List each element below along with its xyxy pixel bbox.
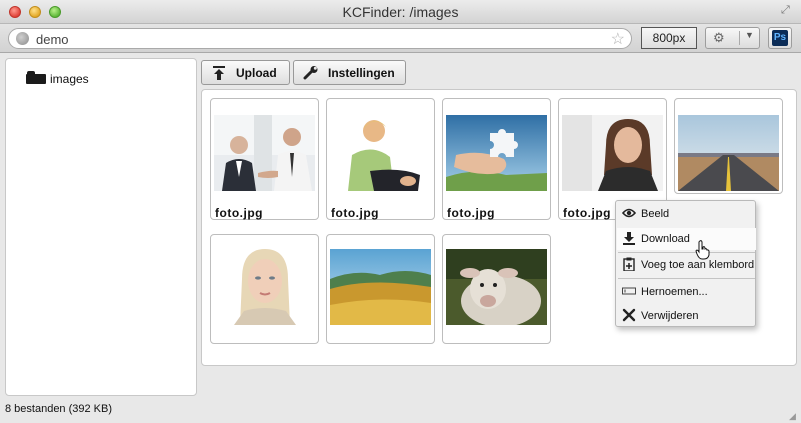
- menu-separator: [618, 252, 755, 253]
- upload-button[interactable]: Upload: [201, 60, 290, 85]
- file-name: foto.jpg: [331, 206, 379, 220]
- folder-tree: images: [5, 58, 197, 396]
- menu-item-view[interactable]: Beeld: [617, 203, 756, 225]
- wrench-icon: [303, 65, 319, 81]
- menu-item-label: Verwijderen: [641, 310, 699, 322]
- file-tile[interactable]: [442, 234, 551, 344]
- menu-item-delete[interactable]: Verwijderen: [617, 305, 756, 327]
- eye-icon: [621, 206, 637, 220]
- context-menu: Beeld Download Voeg toe aan klembord Her…: [615, 200, 756, 327]
- bookmark-star-icon[interactable]: ☆: [611, 29, 625, 49]
- file-name: foto.jpg: [447, 206, 495, 220]
- chevron-down-icon: ▼: [745, 30, 754, 40]
- file-name: foto.jpg: [563, 206, 611, 220]
- file-tile[interactable]: [674, 98, 783, 194]
- folder-label: images: [50, 72, 89, 86]
- file-tile[interactable]: foto.jpg: [442, 98, 551, 220]
- menu-item-label: Hernoemen...: [641, 286, 708, 298]
- divider: [739, 31, 740, 45]
- download-icon: [622, 231, 636, 245]
- address-bar[interactable]: demo ☆: [8, 28, 632, 49]
- thumbnail-business-men: [214, 115, 315, 191]
- browser-toolbar: demo ☆ 800px ⚙ ▼ Ps: [0, 24, 801, 53]
- globe-icon: [16, 32, 29, 45]
- status-bar: 8 bestanden (392 KB): [5, 403, 113, 415]
- thumbnail-sheep: [446, 249, 547, 325]
- upload-icon: [211, 65, 227, 81]
- thumbnail-puzzle-hand: [446, 115, 547, 191]
- rename-icon: [622, 284, 636, 298]
- thumbnail-hills: [330, 249, 431, 325]
- file-tile[interactable]: foto.jpg: [210, 98, 319, 220]
- delete-icon: [622, 308, 636, 322]
- settings-button[interactable]: Instellingen: [293, 60, 406, 85]
- menu-item-label: Beeld: [641, 208, 670, 220]
- file-tile[interactable]: foto.jpg: [326, 98, 435, 220]
- hand-cursor-icon: [695, 240, 711, 265]
- extensions-button[interactable]: ⚙ ▼: [705, 27, 760, 49]
- clipboard-add-icon: [622, 257, 636, 272]
- photoshop-icon: Ps: [772, 30, 788, 46]
- gear-icon: ⚙: [713, 30, 725, 45]
- menu-item-label: Download: [641, 233, 690, 245]
- file-name: foto.jpg: [215, 206, 263, 220]
- folder-icon: [26, 71, 46, 84]
- thumbnail-businesswoman: [562, 115, 663, 191]
- thumbnail-road: [678, 115, 779, 191]
- photoshop-button[interactable]: Ps: [768, 27, 792, 49]
- thumbnail-blonde-woman: [214, 249, 315, 325]
- window-size-button[interactable]: 800px: [641, 27, 697, 49]
- menu-item-add-to-clipboard[interactable]: Voeg toe aan klembord: [617, 254, 756, 276]
- upload-label: Upload: [236, 66, 277, 80]
- title-bar: KCFinder: /images ⤢: [0, 0, 801, 24]
- menu-item-download[interactable]: Download: [617, 228, 756, 250]
- resize-grip-icon[interactable]: ◢: [789, 411, 799, 421]
- file-tile[interactable]: [210, 234, 319, 344]
- file-tile[interactable]: [326, 234, 435, 344]
- settings-label: Instellingen: [328, 66, 395, 80]
- menu-separator: [618, 278, 755, 279]
- address-text: demo: [36, 32, 69, 47]
- thumbnail-woman-sitting: [330, 115, 431, 191]
- menu-item-rename[interactable]: Hernoemen...: [617, 281, 756, 303]
- window-title: KCFinder: /images: [342, 4, 459, 20]
- fullscreen-icon[interactable]: ⤢: [781, 4, 795, 18]
